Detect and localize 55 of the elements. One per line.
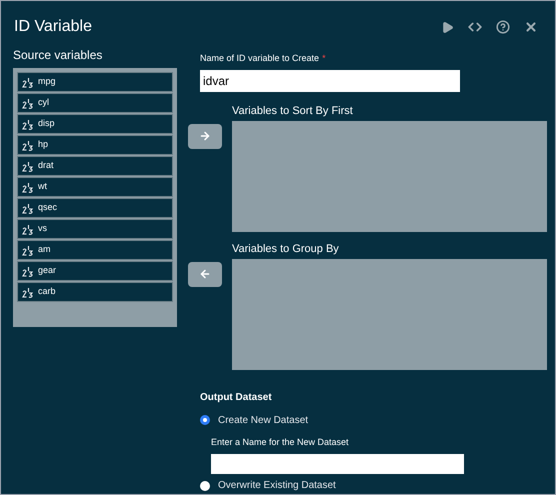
close-icon[interactable] [524,20,538,34]
variable-item[interactable]: mpg [17,72,173,92]
numeric-icon [22,266,34,276]
numeric-icon [22,224,34,234]
variable-item[interactable]: disp [17,114,173,134]
variable-name: carb [38,285,56,298]
radio-label: Create New Dataset [218,414,308,428]
field-label: Name of ID variable to Create [200,52,320,65]
section-label: Output Dataset [200,390,273,404]
numeric-icon [22,118,34,130]
variable-item[interactable]: am [17,240,173,260]
left-arrow-icon [199,268,211,280]
variable-item[interactable]: drat [17,156,173,176]
right-arrow-icon [199,130,211,142]
section-label: Variables to Group By [232,242,340,254]
move-button[interactable] [188,262,222,286]
numeric-icon [22,244,34,256]
radio-button[interactable] [200,480,210,490]
radio-button[interactable] [200,415,210,425]
input-field[interactable]: idvar [200,70,460,92]
variable-name: am [38,243,51,256]
variable-item[interactable]: vs [17,219,173,239]
variable-item[interactable]: qsec [17,198,173,218]
help-icon[interactable] [496,20,510,34]
variable-item[interactable]: carb [17,282,173,302]
numeric-icon [22,202,34,214]
variable-name: gear [38,264,56,278]
section-label: Source variables [13,47,104,64]
numeric-icon [22,160,34,172]
variable-item[interactable]: cyl [17,93,173,113]
variable-item[interactable]: gear [17,261,173,281]
code-icon[interactable] [468,20,482,34]
section-label: Variables to Sort By First [232,104,354,116]
numeric-icon [22,140,34,150]
field-label: Enter a Name for the New Dataset [211,436,350,448]
variable-name: cyl [38,96,49,110]
variable-name: vs [38,222,47,236]
variable-name: hp [38,138,48,152]
variable-name: disp [38,117,55,130]
numeric-icon [22,286,34,298]
required-mark: * [322,52,326,65]
numeric-icon [22,98,34,108]
run-icon[interactable] [441,20,454,34]
move-button[interactable] [188,124,222,148]
radio-label: Overwrite Existing Dataset [218,479,336,493]
numeric-icon [22,76,34,88]
variable-item[interactable]: wt [17,177,173,197]
variable-name: mpg [38,75,56,88]
numeric-icon [22,182,34,192]
variable-item[interactable]: hp [17,135,173,155]
window-title: ID Variable [14,17,92,37]
variable-name: wt [38,180,47,194]
input-field[interactable] [211,454,464,474]
variable-name: drat [38,159,54,172]
variable-name: qsec [38,201,58,214]
